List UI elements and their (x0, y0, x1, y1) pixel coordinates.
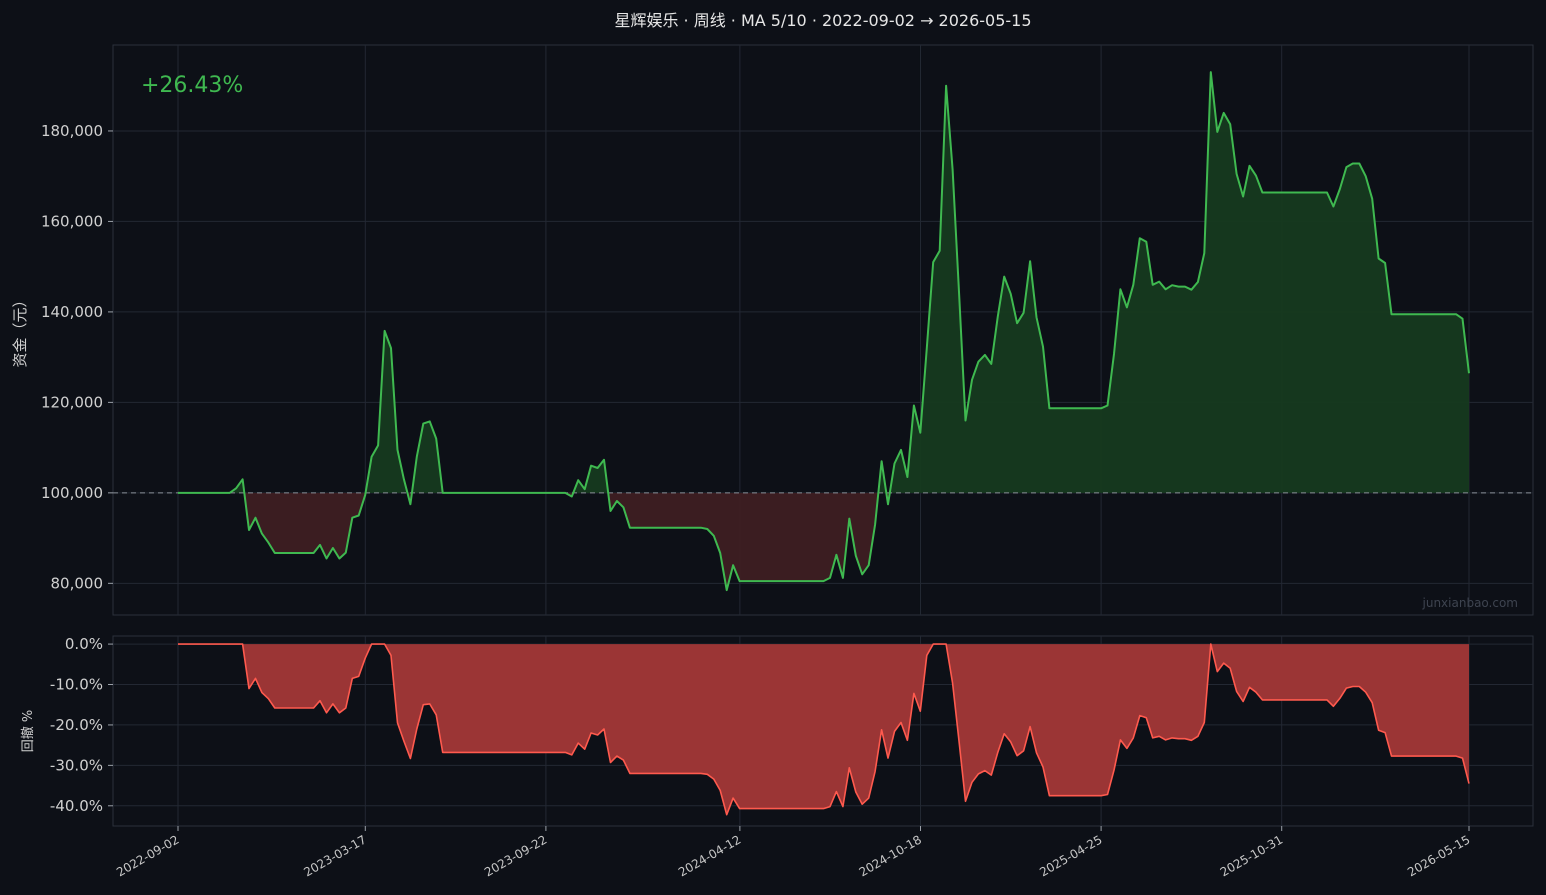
watermark: junxianbao.com (1422, 596, 1518, 610)
equity-y-axis-ticks: 80,000 100,000 120,000 140,000 160,000 180,00… (41, 122, 113, 592)
chart-title: 星辉娱乐 · 周线 · MA 5/10 · 2022-09-02 → 2026-… (614, 11, 1031, 30)
equity-y-tick-label: 160,000 (41, 212, 103, 230)
equity-y-tick-label: 140,000 (41, 303, 103, 321)
x-tick-label: 2023-09-22 (482, 832, 549, 879)
x-tick-label: 2023-03-17 (301, 832, 368, 879)
equity-y-tick-label: 180,000 (41, 122, 103, 140)
equity-fills (178, 72, 1469, 591)
equity-panel: 80,000 100,000 120,000 140,000 160,000 180,00… (11, 44, 1534, 616)
drawdown-y-tick-label: -30.0% (50, 756, 103, 774)
x-tick-label: 2026-05-15 (1405, 832, 1472, 879)
equity-y-tick-label: 120,000 (41, 393, 103, 411)
x-tick-label: 2024-10-18 (857, 832, 924, 879)
drawdown-y-axis-label: 回撤 % (20, 710, 36, 753)
drawdown-y-tick-label: 0.0% (65, 635, 103, 653)
total-return-label: +26.43% (141, 73, 243, 98)
gain-area (411, 421, 566, 493)
x-tick-label: 2024-04-12 (676, 832, 743, 879)
x-tick-label: 2022-09-02 (114, 832, 181, 879)
x-axis-ticks: 2022-09-02 2023-03-17 2023-09-22 2024-04-12… (114, 826, 1473, 879)
drawdown-panel: 0.0% -10.0% -20.0% -30.0% -40.0% 回撤 % 2022-0… (20, 635, 1534, 879)
backtest-chart: 星辉娱乐 · 周线 · MA 5/10 · 2022-09-02 → 2026-… (0, 0, 1546, 895)
gain-area (178, 479, 245, 493)
drawdown-y-axis-ticks: 0.0% -10.0% -20.0% -30.0% -40.0% (50, 635, 113, 815)
drawdown-y-tick-label: -10.0% (50, 676, 103, 694)
drawdown-area-fill (178, 644, 1469, 815)
drawdown-y-tick-label: -40.0% (50, 797, 103, 815)
loss-area (608, 492, 879, 591)
equity-y-tick-label: 100,000 (41, 484, 103, 502)
x-tick-label: 2025-10-31 (1218, 832, 1285, 879)
chart-canvas: 星辉娱乐 · 周线 · MA 5/10 · 2022-09-02 → 2026-… (11, 11, 1534, 879)
equity-y-axis-label: 资金（元） (11, 292, 29, 367)
equity-y-tick-label: 80,000 (51, 574, 104, 592)
x-tick-label: 2025-04-25 (1037, 832, 1104, 879)
drawdown-y-tick-label: -20.0% (50, 716, 103, 734)
gain-area (889, 72, 1469, 493)
